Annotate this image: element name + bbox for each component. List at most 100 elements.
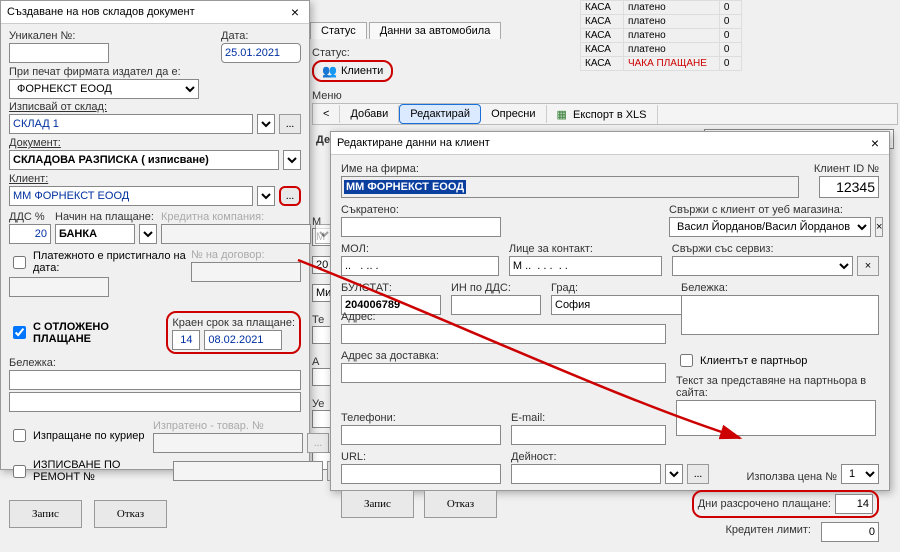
tab-status[interactable]: Статус [310, 22, 367, 39]
left-note-input-1[interactable] [9, 370, 301, 390]
url-input[interactable] [341, 464, 501, 484]
date-label: Дата: [221, 30, 301, 42]
clients-button[interactable]: 👥 Клиенти [312, 60, 393, 82]
contract-no-label: № на договор: [191, 249, 301, 261]
client-label: Клиент: [9, 173, 301, 185]
credit-limit-label: Кредитен лимит: [726, 524, 812, 541]
address-input[interactable] [341, 324, 666, 344]
courier-label: Изпращане по куриер [33, 430, 145, 442]
doc-select[interactable] [283, 150, 301, 170]
activity-input[interactable] [511, 464, 661, 484]
client-id-label: Клиент ID № [814, 163, 879, 175]
close-icon[interactable]: × [287, 4, 303, 20]
left-cancel-button[interactable]: Отказ [94, 500, 167, 528]
deadline-date-input[interactable] [204, 330, 282, 350]
table-row: КАСАплатено0 [581, 1, 742, 15]
from-store-input[interactable] [9, 114, 253, 134]
back-button[interactable]: < [313, 105, 340, 123]
deadline-label: Краен срок за плащане: [172, 317, 295, 329]
add-button[interactable]: Добави [340, 105, 399, 123]
left-save-button[interactable]: Запис [9, 500, 82, 528]
menu-label: Меню [312, 90, 898, 102]
date-input[interactable] [221, 43, 301, 63]
partner-label: Клиентът е партньор [700, 355, 807, 367]
repair-label: ИЗПИСВАНЕ ПО РЕМОНТ № [33, 459, 169, 483]
price-no-label: Използва цена № [747, 471, 837, 483]
unique-no-label: Уникален №: [9, 30, 217, 42]
refresh-button[interactable]: Опресни [481, 105, 546, 123]
deadline-days-input[interactable] [172, 330, 200, 350]
credit-company-input [161, 224, 311, 244]
dlg-save-button[interactable]: Запис [341, 490, 414, 518]
short-input[interactable] [341, 217, 501, 237]
repair-no-input [173, 461, 323, 481]
shop-link-clear-button[interactable]: × [875, 217, 883, 237]
phones-label: Телефони: [341, 412, 501, 424]
payment-arrived-label: Платежното е пристигнало на дата: [33, 250, 187, 274]
shipped-label: Изпратено - товар. № [153, 420, 329, 432]
pay-input[interactable] [55, 224, 135, 244]
payment-arrived-checkbox[interactable] [13, 256, 26, 269]
partner-text-textarea[interactable] [676, 400, 876, 436]
people-icon: 👥 [322, 64, 337, 78]
from-store-browse-button[interactable]: ... [279, 114, 301, 134]
short-label: Съкратено: [341, 204, 501, 216]
from-store-select[interactable] [257, 114, 275, 134]
doc-input[interactable] [9, 150, 279, 170]
price-no-select[interactable]: 1 [841, 464, 879, 484]
client-browse-button[interactable]: ... [279, 186, 301, 206]
doc-label: Документ: [9, 137, 301, 149]
service-link-label: Свържи със сервиз: [672, 243, 879, 255]
deferred-days-label: Дни разсрочено плащане: [698, 498, 831, 510]
contact-input[interactable] [509, 256, 662, 276]
dlg-note-textarea[interactable] [681, 295, 879, 335]
service-link-select[interactable] [672, 256, 853, 276]
client-input[interactable] [9, 186, 253, 206]
dds-input[interactable] [9, 224, 51, 244]
print-firm-select[interactable]: ФОРНЕКСТ ЕООД [9, 79, 199, 99]
credit-limit-input[interactable] [821, 522, 879, 542]
left-note-input-2[interactable] [9, 392, 301, 412]
pay-select[interactable] [139, 224, 157, 244]
firm-name-input[interactable]: ММ ФОРНЕКСТ ЕООД [341, 176, 799, 198]
tab-car-data[interactable]: Данни за автомобила [369, 22, 502, 39]
client-select[interactable] [257, 186, 275, 206]
delivery-addr-input[interactable] [341, 363, 666, 383]
firm-name-label: Име на фирма: [341, 163, 799, 175]
dds-label: ДДС % [9, 211, 51, 223]
shop-link-select[interactable]: Васил Йорданов/Васил Йорданов [669, 217, 871, 237]
pay-label: Начин на плащане: [55, 211, 157, 223]
window-title: Създаване на нов складов документ [7, 6, 195, 18]
dialog-close-icon[interactable]: × [867, 135, 883, 151]
delivery-addr-label: Адрес за доставка: [341, 350, 666, 362]
dlg-cancel-button[interactable]: Отказ [424, 490, 497, 518]
mol-input[interactable] [341, 256, 499, 276]
dialog-title: Редактиране данни на клиент [337, 137, 490, 149]
service-link-clear-button[interactable]: × [857, 256, 879, 276]
deferred-payment-checkbox[interactable] [13, 326, 26, 339]
export-xls-button[interactable]: ▦ Експорт в XLS [547, 105, 658, 124]
vat-label: ИН по ДДС: [451, 282, 541, 294]
url-label: URL: [341, 451, 501, 463]
deferred-days-input[interactable] [835, 494, 873, 514]
firm-name-value: ММ ФОРНЕКСТ ЕООД [344, 180, 466, 194]
courier-checkbox[interactable] [13, 429, 26, 442]
email-input[interactable] [511, 425, 666, 445]
address-label: Адрес: [341, 311, 666, 323]
repair-checkbox[interactable] [13, 465, 26, 478]
client-id-input[interactable] [819, 176, 879, 198]
bulstat-label: БУЛСТАТ: [341, 282, 441, 294]
unique-no-input[interactable] [9, 43, 109, 63]
toolbar: < Добави Редактирай Опресни ▦ Експорт в … [312, 103, 898, 125]
edit-client-dialog: Редактиране данни на клиент × Име на фир… [330, 131, 890, 491]
shop-link-label: Свържи с клиент от уеб магазина: [669, 204, 879, 216]
deferred-payment-label: С ОТЛОЖЕНО ПЛАЩАНЕ [33, 321, 162, 345]
edit-button[interactable]: Редактирай [399, 104, 481, 124]
phones-input[interactable] [341, 425, 501, 445]
from-store-label: Изписвай от склад: [9, 101, 301, 113]
partner-text-label: Текст за представяне на партньора в сайт… [676, 375, 876, 399]
dlg-note-label: Бележка: [681, 282, 879, 294]
clients-button-label: Клиенти [341, 65, 383, 77]
partner-checkbox[interactable] [680, 354, 693, 367]
payment-date-input [9, 277, 109, 297]
